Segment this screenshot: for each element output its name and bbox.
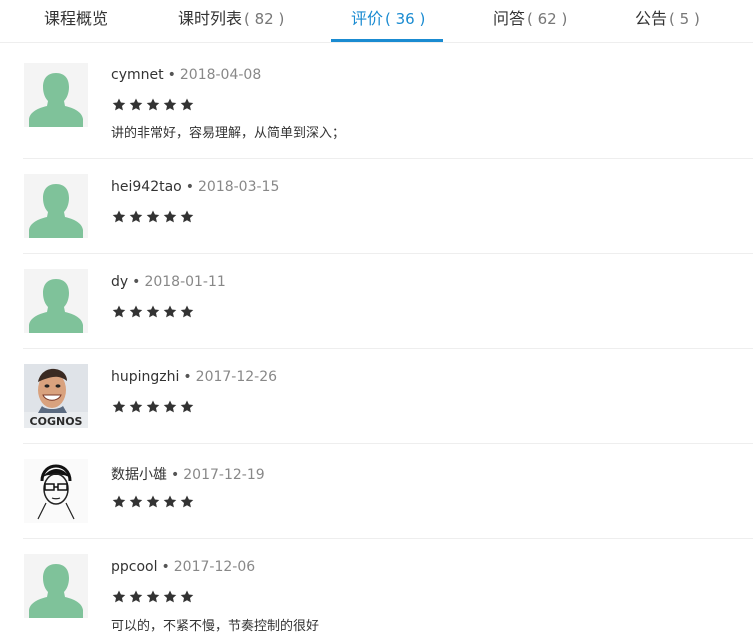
star-icon <box>180 210 194 223</box>
star-icon <box>112 590 126 603</box>
review-username[interactable]: hupingzhi <box>111 369 179 385</box>
star-icon <box>146 305 160 318</box>
star-icon <box>146 495 160 508</box>
star-icon <box>129 305 143 318</box>
star-icon <box>180 400 194 413</box>
review-username[interactable]: 数据小雄 <box>111 467 167 483</box>
star-icon <box>129 210 143 223</box>
star-icon <box>163 400 177 413</box>
review-item: hei942tao • 2018-03-15 <box>23 159 753 254</box>
tab-count: ( 62 ) <box>527 10 568 28</box>
review-username[interactable]: dy <box>111 274 128 290</box>
review-date: 2018-01-11 <box>144 274 226 290</box>
sketch-avatar[interactable] <box>24 459 88 523</box>
review-date: 2018-04-08 <box>179 67 262 83</box>
star-icon <box>163 98 177 111</box>
review-comment: 可以的，不紧不慢，节奏控制的很好 <box>111 619 320 634</box>
review-meta: dy • 2018-01-11 <box>111 274 226 290</box>
star-icon <box>129 400 143 413</box>
star-icon <box>112 98 126 111</box>
default-avatar-icon[interactable] <box>24 63 88 127</box>
review-username[interactable]: cymnet <box>111 67 164 83</box>
tab-label: 公告 <box>635 9 668 28</box>
tab-count: ( 82 ) <box>244 10 285 28</box>
separator-dot: • <box>167 67 176 83</box>
active-tab-indicator <box>331 39 443 42</box>
review-date: 2017-12-26 <box>195 369 278 385</box>
separator-dot: • <box>185 179 194 195</box>
tab-count: ( 5 ) <box>669 10 700 28</box>
review-username[interactable]: hei942tao <box>111 179 182 195</box>
separator-dot: • <box>183 369 192 385</box>
review-item: COGNOS hupingzhi • 2017-12-26 <box>23 349 753 444</box>
star-icon <box>163 495 177 508</box>
separator-dot: • <box>132 274 141 290</box>
star-icon <box>129 98 143 111</box>
tab-label: 评价 <box>351 9 384 28</box>
review-date: 2018-03-15 <box>198 179 280 195</box>
tab-overview[interactable]: 课程概览 <box>44 0 110 43</box>
separator-dot: • <box>161 559 170 575</box>
review-meta: 数据小雄 • 2017-12-19 <box>111 464 265 484</box>
star-icon <box>146 98 160 111</box>
review-meta: hei942tao • 2018-03-15 <box>111 179 279 195</box>
tab-label: 课时列表 <box>178 9 243 28</box>
star-icon <box>129 590 143 603</box>
review-item: cymnet • 2018-04-08 讲的非常好，容易理解，从简单到深入； <box>23 43 753 159</box>
separator-dot: • <box>171 467 180 483</box>
review-meta: cymnet • 2018-04-08 <box>111 67 261 83</box>
star-icon <box>146 400 160 413</box>
star-icon <box>163 590 177 603</box>
default-avatar-icon[interactable] <box>24 269 88 333</box>
star-icon <box>180 305 194 318</box>
star-icon <box>180 98 194 111</box>
default-avatar-icon[interactable] <box>24 554 88 618</box>
star-icon <box>112 210 126 223</box>
review-tabs: 课程概览 课时列表( 82 ) 评价( 36 ) 问答( 62 ) 公告( 5 … <box>0 0 753 43</box>
star-icon <box>112 495 126 508</box>
tab-label: 问答 <box>493 9 526 28</box>
photo-avatar[interactable]: COGNOS <box>24 364 88 428</box>
tab-announcements[interactable]: 公告( 5 ) <box>635 0 700 43</box>
review-meta: ppcool • 2017-12-06 <box>111 559 255 575</box>
default-avatar-icon[interactable] <box>24 174 88 238</box>
star-icon <box>129 495 143 508</box>
avatar-caption: COGNOS <box>30 415 83 428</box>
star-icon <box>146 590 160 603</box>
review-item: dy • 2018-01-11 <box>23 254 753 349</box>
review-item: 数据小雄 • 2017-12-19 <box>23 444 753 539</box>
tab-questions[interactable]: 问答( 62 ) <box>493 0 567 43</box>
review-date: 2017-12-06 <box>173 559 256 575</box>
star-icon <box>163 305 177 318</box>
review-item: ppcool • 2017-12-06 可以的，不紧不慢，节奏控制的很好 <box>23 539 753 644</box>
star-icon <box>163 210 177 223</box>
star-icon <box>112 305 126 318</box>
star-icon <box>146 210 160 223</box>
review-meta: hupingzhi • 2017-12-26 <box>111 369 277 385</box>
tab-reviews[interactable]: 评价( 36 ) <box>351 0 425 43</box>
review-username[interactable]: ppcool <box>111 559 158 575</box>
review-date: 2017-12-19 <box>183 467 265 483</box>
tab-count: ( 36 ) <box>385 10 426 28</box>
tab-label: 课程概览 <box>44 9 109 28</box>
review-comment: 讲的非常好，容易理解，从简单到深入； <box>111 126 346 141</box>
tab-lesson-list[interactable]: 课时列表( 82 ) <box>178 0 284 43</box>
star-icon <box>180 495 194 508</box>
star-icon <box>112 400 126 413</box>
star-icon <box>180 590 194 603</box>
